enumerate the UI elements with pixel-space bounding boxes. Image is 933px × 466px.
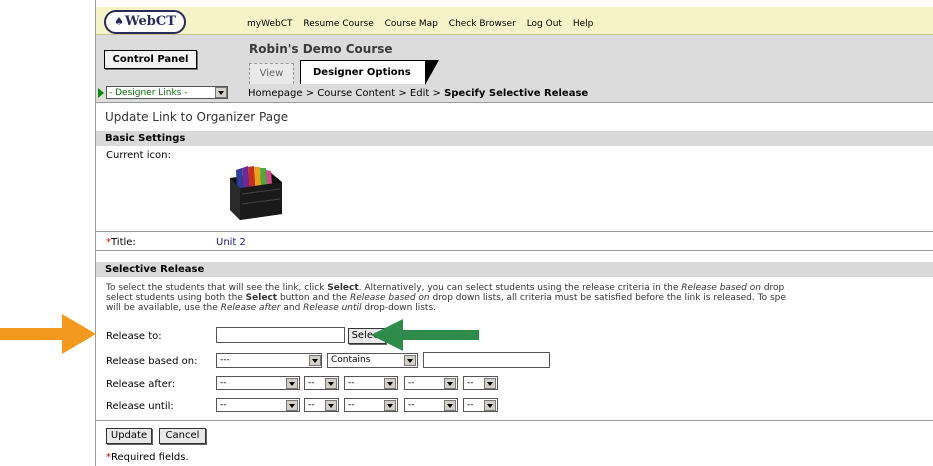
divider bbox=[96, 231, 933, 232]
current-icon-label: Current icon: bbox=[106, 150, 171, 161]
criteria-input[interactable] bbox=[423, 352, 550, 368]
crumb-current: Specify Selective Release bbox=[444, 88, 589, 99]
dropdown-arrow-icon[interactable] bbox=[444, 400, 456, 411]
nav-help[interactable]: Help bbox=[573, 19, 594, 29]
crumb-separator: > bbox=[432, 88, 441, 99]
dropdown-arrow-icon[interactable] bbox=[484, 378, 496, 389]
selective-release-header: Selective Release bbox=[96, 262, 933, 277]
dropdown-arrow-icon[interactable] bbox=[325, 400, 337, 411]
release-until-label: Release until: bbox=[106, 401, 174, 412]
tab-designer-options[interactable]: Designer Options bbox=[300, 60, 439, 85]
dropdown-arrow-icon[interactable] bbox=[384, 400, 396, 411]
course-title: Robin's Demo Course bbox=[249, 42, 393, 56]
contains-value: Contains bbox=[331, 355, 371, 365]
release-based-on-label: Release based on: bbox=[106, 356, 198, 367]
release-to-label: Release to: bbox=[106, 331, 162, 342]
cancel-button[interactable]: Cancel bbox=[159, 428, 206, 444]
tab-view[interactable]: View bbox=[249, 63, 294, 84]
nav-course-map[interactable]: Course Map bbox=[385, 19, 438, 29]
divider bbox=[96, 420, 933, 421]
basic-settings-header: Basic Settings bbox=[96, 131, 933, 146]
crumb-separator: > bbox=[398, 88, 407, 99]
designer-links-select[interactable]: - Designer Links - bbox=[106, 86, 228, 99]
designer-links-label: - Designer Links - bbox=[109, 88, 188, 98]
release-to-input[interactable] bbox=[216, 327, 345, 343]
course-header bbox=[96, 35, 933, 86]
webct-logo[interactable]: ♠WebCT bbox=[104, 10, 186, 34]
webct-logo-figure-icon: ♠ bbox=[114, 15, 124, 28]
dropdown-arrow-icon[interactable] bbox=[286, 400, 298, 411]
divider bbox=[96, 250, 933, 251]
release-after-label: Release after: bbox=[106, 379, 176, 390]
designer-links-arrow-icon bbox=[98, 88, 104, 98]
dropdown-arrow-icon[interactable] bbox=[286, 378, 298, 389]
instructions-line-1: To select the students that will see the… bbox=[106, 283, 785, 293]
dropdown-arrow-icon[interactable] bbox=[484, 400, 496, 411]
page-title: Update Link to Organizer Page bbox=[105, 110, 289, 124]
update-button[interactable]: Update bbox=[106, 428, 152, 444]
green-arrow-icon bbox=[371, 319, 479, 351]
top-nav: myWebCT Resume Course Course Map Check B… bbox=[247, 19, 601, 29]
required-note-text: Required fields. bbox=[111, 452, 189, 463]
instructions: To select the students that will see the… bbox=[106, 283, 933, 313]
required-note: *Required fields. bbox=[106, 452, 189, 463]
nav-mywebct[interactable]: myWebCT bbox=[247, 19, 293, 29]
control-panel-button[interactable]: Control Panel bbox=[104, 50, 197, 69]
dropdown-arrow-icon[interactable] bbox=[404, 355, 416, 366]
instructions-line-2: select students using both the Select bu… bbox=[106, 293, 786, 303]
dropdown-arrow-icon[interactable] bbox=[325, 378, 337, 389]
nav-log-out[interactable]: Log Out bbox=[527, 19, 562, 29]
folder-organizer-icon bbox=[230, 166, 282, 220]
crumb-edit[interactable]: Edit bbox=[410, 88, 429, 99]
release-based-on-select[interactable]: --- bbox=[216, 353, 322, 368]
instructions-line-3: will be available, use the Release after… bbox=[106, 303, 436, 313]
orange-arrow-icon bbox=[0, 314, 96, 354]
webct-logo-text: WebCT bbox=[124, 14, 176, 29]
nav-check-browser[interactable]: Check Browser bbox=[449, 19, 516, 29]
breadcrumb: Homepage > Course Content > Edit > Speci… bbox=[248, 88, 588, 99]
crumb-separator: > bbox=[305, 88, 315, 99]
dropdown-arrow-icon[interactable] bbox=[444, 378, 456, 389]
dropdown-arrow-icon[interactable] bbox=[384, 378, 396, 389]
crumb-course-content[interactable]: Course Content bbox=[317, 88, 395, 99]
dropdown-arrow-icon[interactable] bbox=[215, 87, 227, 98]
title-label: *Title: bbox=[106, 237, 136, 248]
release-based-on-value: --- bbox=[220, 355, 230, 365]
title-label-text: Title: bbox=[111, 237, 136, 248]
nav-resume-course[interactable]: Resume Course bbox=[303, 19, 373, 29]
dropdown-arrow-icon[interactable] bbox=[309, 355, 321, 366]
crumb-homepage[interactable]: Homepage bbox=[248, 88, 303, 99]
title-value: Unit 2 bbox=[216, 237, 246, 248]
